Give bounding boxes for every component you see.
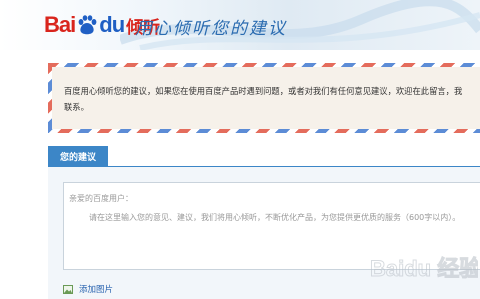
notice-text-line-2: 联系。 [64, 102, 89, 112]
textarea-greeting: 亲爱的百度用户： [69, 194, 133, 203]
header-slogan: 用心倾听您的建议 [135, 19, 287, 39]
add-image-link[interactable]: 添加图片 [63, 283, 113, 295]
notice-content: 百度用心倾听您的建议，如果您在使用百度产品时遇到问题，或者对我们有任何意见建议，… [52, 67, 480, 129]
tab-your-suggestion[interactable]: 您的建议 [48, 146, 108, 167]
textarea-placeholder: 请在这里输入您的意见、建议，我们将用心倾听，不断优化产品，为您提供更优质的服务（… [89, 213, 461, 222]
notice-box: 百度用心倾听您的建议，如果您在使用百度产品时遇到问题，或者对我们有任何意见建议，… [48, 63, 480, 133]
logo-text-du: du [99, 12, 125, 37]
logo-text-bai: Bai [44, 12, 76, 37]
suggestion-textarea[interactable]: 亲爱的百度用户： 请在这里输入您的意见、建议，我们将用心倾听，不断优化产品，为您… [63, 182, 480, 270]
image-icon [63, 284, 73, 294]
paw-icon [78, 15, 97, 35]
add-image-label: 添加图片 [79, 285, 114, 295]
page-header: Bai du 倾听 用心倾听您的建议 [0, 0, 480, 50]
notice-text-line-1: 百度用心倾听您的建议，如果您在使用百度产品时遇到问题，或者对我们有任何意见建议，… [64, 86, 463, 96]
